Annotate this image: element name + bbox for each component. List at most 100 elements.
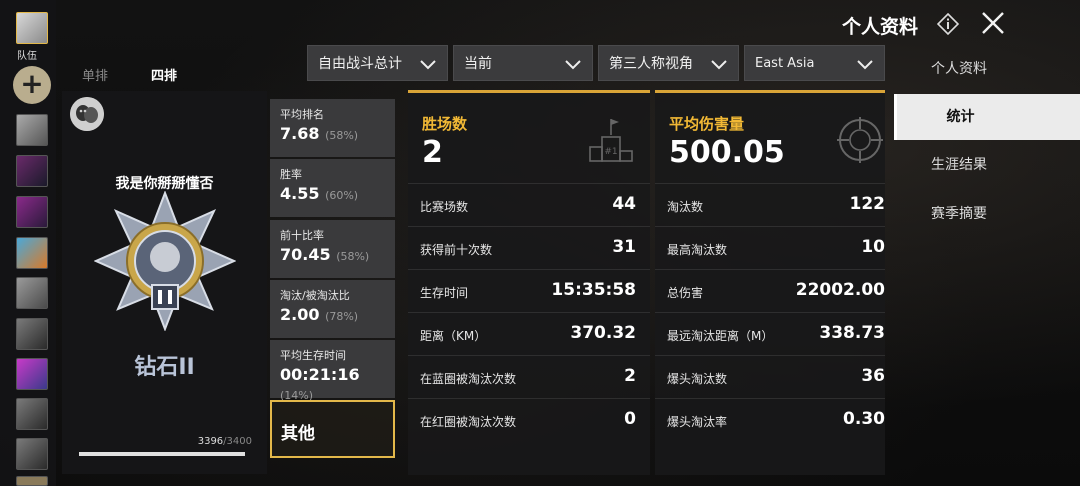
other-stats-button[interactable]: 其他 <box>270 400 395 458</box>
friend-avatar[interactable] <box>16 438 48 470</box>
chevron-down-icon <box>565 60 581 70</box>
stat-box-kd-ratio[interactable]: 淘汰/被淘汰比 2.00 (78%) <box>270 280 395 338</box>
mode-dropdown[interactable]: 自由战斗总计 <box>307 45 448 81</box>
stat-box-label: 平均生存时间 <box>280 349 346 362</box>
stat-row-value: 10 <box>861 237 885 257</box>
stat-box-value: 7.68 <box>280 124 320 143</box>
profile-nav: 个人资料 统计 生涯结果 赛季摘要 <box>894 44 1080 486</box>
stat-box-percentile: (60%) <box>325 189 359 202</box>
stat-box-label: 前十比率 <box>280 229 324 242</box>
stat-row-value: 122 <box>849 194 886 214</box>
stat-row-label: 在红圈被淘汰次数 <box>420 415 517 429</box>
svg-text:#1: #1 <box>604 147 617 157</box>
stat-row-label: 淘汰数 <box>667 200 704 214</box>
stat-row: 总伤害 22002.00 <box>655 269 885 312</box>
friend-avatar[interactable] <box>16 358 48 390</box>
diamond-rank-emblem-icon <box>94 191 236 331</box>
stat-row-value: 370.32 <box>570 323 636 343</box>
friends-sidebar: 队伍 + <box>0 0 56 486</box>
info-icon[interactable] <box>937 13 959 35</box>
friend-avatar[interactable] <box>16 155 48 187</box>
stat-box-top10-rate[interactable]: 前十比率 70.45 (58%) <box>270 220 395 278</box>
stat-row: 淘汰数 122 <box>655 183 885 226</box>
mode-dropdown-value: 自由战斗总计 <box>318 56 402 72</box>
stat-box-label: 胜率 <box>280 168 302 181</box>
stat-box-value: 70.45 <box>280 245 331 264</box>
stat-box-avg-rank[interactable]: 平均排名 7.68 (58%) <box>270 99 395 157</box>
stat-row-label: 距离（KM） <box>420 329 487 343</box>
chevron-down-icon <box>711 60 727 70</box>
player-name: 我是你掰掰懂否 <box>115 176 214 192</box>
close-icon[interactable] <box>980 10 1006 36</box>
chevron-down-icon <box>420 60 436 70</box>
nav-item-stats[interactable]: 统计 <box>894 94 1080 140</box>
chevron-down-icon <box>857 60 873 70</box>
stat-row-value: 15:35:58 <box>551 280 636 300</box>
season-dropdown[interactable]: 当前 <box>453 45 593 81</box>
friend-avatar[interactable] <box>16 476 48 486</box>
friend-avatar[interactable] <box>16 196 48 228</box>
stat-row-label: 爆头淘汰率 <box>667 415 728 429</box>
stat-box-value: 4.55 <box>280 184 320 203</box>
season-dropdown-value: 当前 <box>464 56 492 72</box>
tab-squad[interactable]: 四排 <box>151 65 177 84</box>
nav-item-career[interactable]: 生涯结果 <box>894 142 1080 188</box>
rank-points-max: /3400 <box>223 436 252 447</box>
stat-row-value: 0.30 <box>843 409 885 429</box>
stat-row: 最高淘汰数 10 <box>655 226 885 269</box>
friend-avatar[interactable] <box>16 114 48 146</box>
stat-row-label: 比赛场数 <box>420 200 469 214</box>
nav-item-profile[interactable]: 个人资料 <box>894 46 1080 92</box>
stat-row-label: 获得前十次数 <box>420 243 493 257</box>
friend-avatar[interactable] <box>16 277 48 309</box>
rank-panel: 我是你掰掰懂否 钻石II 3396/3400 <box>62 91 267 474</box>
stat-row-value: 44 <box>612 194 636 214</box>
friend-avatar[interactable] <box>16 318 48 350</box>
wins-value: 2 <box>422 135 443 170</box>
stat-row-value: 338.73 <box>819 323 885 343</box>
stat-box-win-rate[interactable]: 胜率 4.55 (60%) <box>270 159 395 217</box>
stat-box-avg-survival[interactable]: 平均生存时间 00:21:16 (14%) <box>270 340 395 402</box>
stat-row: 比赛场数 44 <box>408 183 650 226</box>
rank-progress-fill <box>79 452 245 456</box>
stat-row: 在红圈被淘汰次数 0 <box>408 398 650 441</box>
stat-row-label: 在蓝圈被淘汰次数 <box>420 372 517 386</box>
podium-icon: #1 <box>589 119 633 162</box>
stat-row-label: 总伤害 <box>667 286 704 300</box>
rank-progress-bar <box>79 452 245 456</box>
stat-row: 爆头淘汰数 36 <box>655 355 885 398</box>
friend-avatar[interactable] <box>16 398 48 430</box>
self-avatar[interactable] <box>16 12 48 44</box>
damage-panel: 平均伤害量 500.05 淘汰数 122 最高淘汰数 10 总伤害 22002.… <box>655 90 885 475</box>
stat-box-percentile: (58%) <box>325 129 359 142</box>
stat-box-value: 2.00 <box>280 305 320 324</box>
stat-row-value: 36 <box>861 366 885 386</box>
stat-row-label: 最高淘汰数 <box>667 243 728 257</box>
tab-solo[interactable]: 单排 <box>82 65 108 84</box>
stat-row-value: 22002.00 <box>795 280 885 300</box>
stat-row: 获得前十次数 31 <box>408 226 650 269</box>
stat-box-percentile: (58%) <box>336 250 370 263</box>
add-friend-button[interactable]: + <box>13 66 51 104</box>
page-title: 个人资料 <box>842 16 919 38</box>
wins-label: 胜场数 <box>422 115 468 133</box>
friend-avatar[interactable] <box>16 237 48 269</box>
stat-box-percentile: (78%) <box>325 310 359 323</box>
avg-damage-value: 500.05 <box>669 135 785 170</box>
stat-row-label: 生存时间 <box>420 286 469 300</box>
stat-row-label: 最远淘汰距离（M） <box>667 329 774 343</box>
stat-box-label: 平均排名 <box>280 108 324 121</box>
region-dropdown-value: East Asia <box>755 55 815 71</box>
perspective-dropdown[interactable]: 第三人称视角 <box>598 45 739 81</box>
wins-panel: 胜场数 2 #1 比赛场数 44 获得前十次数 31 生存时间 15:35:58… <box>408 90 650 475</box>
rank-name: 钻石II <box>134 355 195 380</box>
rank-points: 3396/3400 <box>198 436 252 447</box>
stat-box-label: 淘汰/被淘汰比 <box>280 289 350 302</box>
crosshair-icon <box>837 117 883 163</box>
perspective-dropdown-value: 第三人称视角 <box>609 56 693 72</box>
region-dropdown[interactable]: East Asia <box>744 45 885 81</box>
nav-item-season-summary[interactable]: 赛季摘要 <box>894 191 1080 237</box>
stat-box-value: 00:21:16 <box>280 365 360 384</box>
theater-mask-icon[interactable] <box>70 97 104 131</box>
avg-damage-label: 平均伤害量 <box>669 115 745 133</box>
